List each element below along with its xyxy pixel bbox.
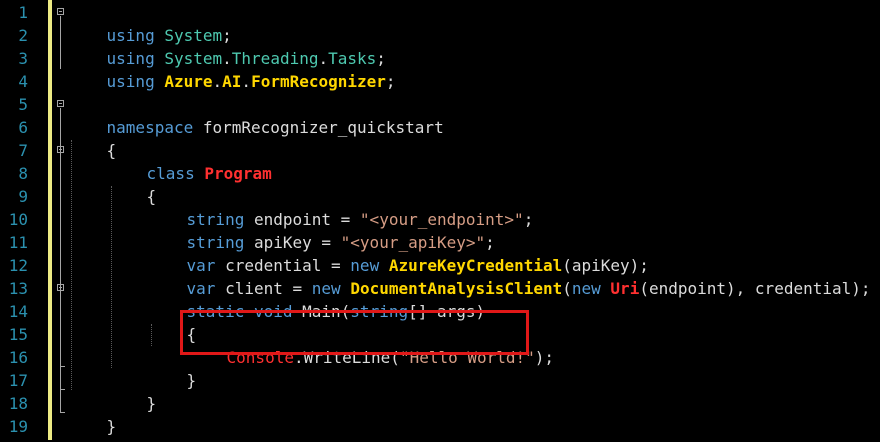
brace: } (146, 394, 157, 413)
namespace-identifier: formRecognizer_quickstart (202, 118, 444, 137)
punctuation: . (212, 72, 223, 91)
collapse-icon[interactable] (57, 146, 64, 153)
outline-end (60, 366, 65, 367)
code-line-9[interactable]: string endpoint = "<your_endpoint>"; (148, 185, 534, 229)
code-line-17[interactable]: } (108, 369, 157, 413)
line-number: 5 (18, 95, 28, 114)
collapse-icon[interactable] (57, 8, 64, 15)
line-number: 6 (18, 118, 28, 137)
keyword: using (106, 72, 155, 91)
change-tracking-bar (48, 0, 52, 440)
line-number: 10 (8, 210, 28, 229)
collapse-icon[interactable] (57, 100, 64, 107)
code-line-12[interactable]: var client = new DocumentAnalysisClient(… (148, 254, 871, 298)
line-number: 11 (8, 233, 28, 252)
code-line-18[interactable]: } (68, 392, 117, 436)
line-number: 8 (18, 164, 28, 183)
line-number: 19 (8, 417, 28, 436)
line-number: 2 (18, 26, 28, 45)
namespace-name: Azure (164, 72, 213, 91)
punctuation: . (241, 72, 252, 91)
outline-end (60, 412, 65, 413)
code-line-5[interactable]: namespace formRecognizer_quickstart (68, 93, 444, 137)
line-number: 3 (18, 49, 28, 68)
line-number: 16 (8, 348, 28, 367)
namespace-name: AI (222, 72, 242, 91)
outline-line (60, 16, 61, 69)
collapse-icon[interactable] (57, 284, 64, 291)
code-line-8[interactable]: { (108, 162, 157, 206)
punctuation: ); (534, 348, 555, 367)
namespace-name: FormRecognizer (251, 72, 386, 91)
code-line-10[interactable]: string apiKey = "<your_apiKey>"; (148, 208, 495, 252)
brace: } (106, 417, 117, 436)
brace: } (186, 371, 197, 390)
line-number: 12 (8, 256, 28, 275)
keyword: namespace (106, 118, 194, 137)
class-name: Program (204, 164, 272, 183)
punctuation: (endpoint), credential); (639, 279, 871, 298)
line-number: 4 (18, 72, 28, 91)
punctuation: ; (385, 72, 396, 91)
line-number: 15 (8, 325, 28, 344)
code-line-13[interactable]: static void Main(string[] args) (148, 277, 486, 321)
code-line-6[interactable]: { (68, 116, 117, 160)
punctuation: ( (562, 279, 572, 298)
code-line-3[interactable]: using Azure.AI.FormRecognizer; (68, 47, 396, 91)
outline-end (60, 389, 65, 390)
line-number: 1 (18, 3, 28, 22)
class-name: Uri (610, 279, 640, 298)
highlight-annotation (180, 310, 529, 355)
line-number: 14 (8, 302, 28, 321)
outline-line (60, 108, 61, 413)
line-number: 7 (18, 141, 28, 160)
keyword: new (571, 279, 601, 298)
code-line-7[interactable]: class Program (108, 139, 272, 183)
line-number: 13 (8, 279, 28, 298)
line-number-gutter: 1 2 3 4 5 6 7 8 9 10 11 12 13 14 15 16 1… (0, 0, 44, 442)
line-number: 9 (18, 187, 28, 206)
code-line-1[interactable]: using System; (68, 1, 232, 45)
code-line-11[interactable]: var credential = new AzureKeyCredential(… (148, 231, 649, 275)
line-number: 17 (8, 371, 28, 390)
punctuation: ; (523, 210, 534, 229)
code-line-2[interactable]: using System.Threading.Tasks; (68, 24, 386, 68)
code-editor[interactable]: 1 2 3 4 5 6 7 8 9 10 11 12 13 14 15 16 1… (0, 0, 880, 442)
line-number: 18 (8, 394, 28, 413)
